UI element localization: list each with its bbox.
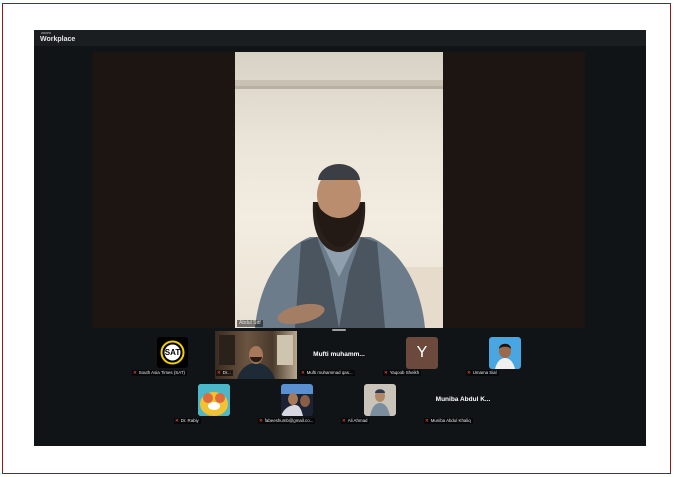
- sat-logo-avatar: SAT: [157, 337, 188, 368]
- participant-name: Muniba Abdul Khaliq: [430, 418, 471, 423]
- participant-name-label: ✕ South Asia Times (SAT): [132, 370, 187, 376]
- participant-name-label: ✕ Umama Sial: [466, 370, 499, 376]
- participant-tile[interactable]: Mufti muhamm... ✕ Mufti muhammad qas...: [299, 332, 379, 378]
- person-photo-figure: [495, 343, 515, 369]
- person-photo-figure: [370, 389, 390, 416]
- participant-photo: [281, 384, 313, 416]
- muted-mic-icon: ✕: [259, 418, 263, 423]
- participant-tile[interactable]: Y ✕ Yaqoob Sheikh: [382, 332, 460, 378]
- participant-tile[interactable]: SAT ✕ South Asia Times (SAT): [131, 332, 209, 378]
- illustration-avatar-figure: [198, 384, 230, 416]
- participant-tile[interactable]: ✕ Umama Sial: [465, 332, 543, 378]
- participant-name: Dr. Rabiy: [180, 418, 199, 423]
- letter-avatar: Y: [406, 337, 438, 369]
- muted-mic-icon: ✕: [175, 418, 179, 423]
- participant-name-label: ✕ Muniba Abdul Khaliq: [424, 418, 473, 424]
- participant-name: South Asia Times (SAT): [138, 370, 185, 375]
- participant-tile[interactable]: Muniba Abdul K... ✕ Muniba Abdul Khaliq: [423, 381, 503, 425]
- participant-tile[interactable]: ✕ Dr. Rabiy: [173, 381, 253, 425]
- participant-name: Mufti muhammad qas...: [306, 370, 353, 375]
- zoom-window: zoom Workplace Abdul Sttf SAT ✕ South As…: [34, 30, 646, 446]
- muted-mic-icon: ✕: [301, 370, 305, 375]
- sat-logo-text: SAT: [164, 348, 181, 357]
- participant-tile[interactable]: ✕ Ali Ahmad: [340, 381, 420, 425]
- participant-name: fabeeshumb@gmail.co...: [264, 418, 314, 423]
- participant-photo: [364, 384, 396, 416]
- filmstrip-drag-handle[interactable]: [332, 329, 346, 331]
- participant-photo: [198, 384, 230, 416]
- speaker-figure: [235, 80, 443, 328]
- avatar-letter: Y: [416, 344, 428, 361]
- participant-name-label: ✕ Mufti muhammad qas...: [300, 370, 355, 376]
- muted-mic-icon: ✕: [425, 418, 429, 423]
- participant-name-label: ✕ fabeeshumb@gmail.co...: [258, 418, 316, 424]
- speaker-video: Abdul Sttf: [235, 52, 443, 328]
- participant-display-name: Mufti muhamm...: [313, 351, 365, 358]
- brand-label: Workplace: [40, 36, 76, 43]
- participant-name: Yaqoob Sheikh: [389, 370, 420, 375]
- participant-name: Umama Sial: [472, 370, 497, 375]
- participant-name-label: ✕ Yaqoob Sheikh: [383, 370, 422, 376]
- title-bar: zoom Workplace: [34, 30, 646, 46]
- participant-name-label: ✕ Ali Ahmad: [341, 418, 370, 424]
- participant-photo: [489, 337, 521, 369]
- participant-tile[interactable]: ✕ fabeeshumb@gmail.co...: [257, 381, 337, 425]
- muted-mic-icon: ✕: [133, 370, 137, 375]
- participant-name-label: ✕ Dr...: [216, 370, 233, 376]
- person-photo-figure: [281, 384, 313, 416]
- participant-display-name: Muniba Abdul K...: [435, 396, 491, 403]
- participant-name: Dr...: [222, 370, 231, 375]
- muted-mic-icon: ✕: [384, 370, 388, 375]
- active-speaker-stage[interactable]: Abdul Sttf: [93, 52, 585, 328]
- speaker-name-label: Abdul Sttf: [237, 320, 263, 327]
- participant-name: Ali Ahmad: [347, 418, 368, 423]
- participant-tile[interactable]: ✕ Dr...: [215, 331, 297, 379]
- muted-mic-icon: ✕: [217, 370, 221, 375]
- muted-mic-icon: ✕: [342, 418, 346, 423]
- muted-mic-icon: ✕: [467, 370, 471, 375]
- participant-name-label: ✕ Dr. Rabiy: [174, 418, 201, 424]
